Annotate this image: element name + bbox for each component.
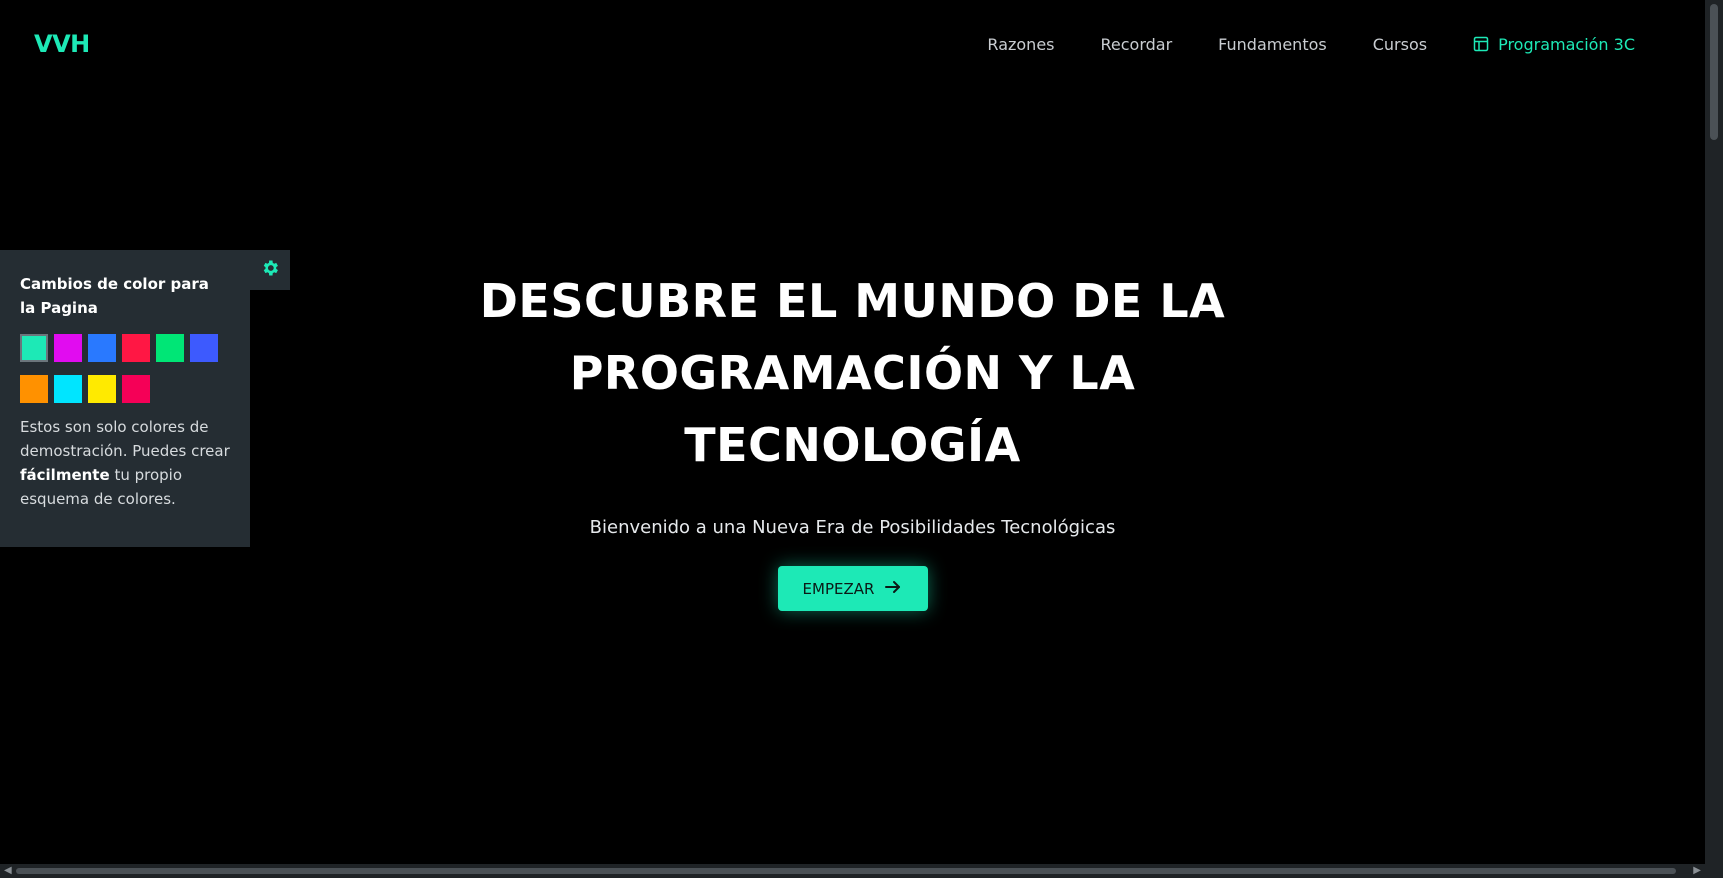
scroll-right-icon[interactable]: ▶ <box>1693 865 1701 876</box>
nav-link-label: Programación 3C <box>1498 34 1635 54</box>
gear-icon <box>260 258 280 283</box>
color-swatch[interactable] <box>156 334 184 362</box>
color-panel-title: Cambios de color para la Pagina <box>20 275 209 317</box>
layout-icon <box>1473 36 1489 52</box>
nav-link-cursos[interactable]: Cursos <box>1373 35 1427 54</box>
color-panel-description: Estos son solo colores de demostración. … <box>20 415 230 511</box>
color-swatch[interactable] <box>88 334 116 362</box>
nav-link-fundamentos[interactable]: Fundamentos <box>1218 35 1327 54</box>
color-swatch[interactable] <box>54 334 82 362</box>
start-button[interactable]: EMPEZAR <box>777 566 928 611</box>
vertical-scrollbar-thumb[interactable] <box>1710 4 1718 140</box>
vertical-scrollbar[interactable] <box>1705 0 1723 864</box>
hero-title: DESCUBRE EL MUNDO DE LA PROGRAMACIÓN Y L… <box>479 274 1226 472</box>
arrow-right-icon <box>884 578 902 600</box>
color-swatch[interactable] <box>122 334 150 362</box>
hero-subtitle: Bienvenido a una Nueva Era de Posibilida… <box>589 517 1116 538</box>
color-swatch[interactable] <box>20 334 48 362</box>
scroll-left-icon[interactable]: ◀ <box>4 865 12 876</box>
nav-link-recordar[interactable]: Recordar <box>1101 35 1173 54</box>
horizontal-scrollbar-thumb[interactable] <box>16 868 1676 874</box>
nav-link-razones[interactable]: Razones <box>987 35 1054 54</box>
color-swatches <box>20 334 230 403</box>
color-swatch[interactable] <box>88 375 116 403</box>
start-button-label: EMPEZAR <box>802 579 875 598</box>
site-logo[interactable]: VVH <box>34 30 90 58</box>
top-navbar: VVH Razones Recordar Fundamentos Cursos … <box>0 0 1705 88</box>
color-swatch[interactable] <box>54 375 82 403</box>
description-bold: fácilmente <box>20 466 110 484</box>
color-swatch[interactable] <box>122 375 150 403</box>
hero-section: DESCUBRE EL MUNDO DE LA PROGRAMACIÓN Y L… <box>0 0 1705 878</box>
color-swatch[interactable] <box>20 375 48 403</box>
main-nav: Razones Recordar Fundamentos Cursos Prog… <box>987 35 1671 54</box>
color-switcher-panel: Cambios de color para la Pagina Estos so… <box>0 250 250 547</box>
nav-link-programacion-3c[interactable]: Programación 3C <box>1473 35 1635 54</box>
horizontal-scrollbar[interactable]: ◀ ▶ <box>0 864 1723 878</box>
color-panel-toggle[interactable] <box>250 250 290 290</box>
description-text-1: Estos son solo colores de demostración. … <box>20 418 230 460</box>
color-swatch[interactable] <box>190 334 218 362</box>
